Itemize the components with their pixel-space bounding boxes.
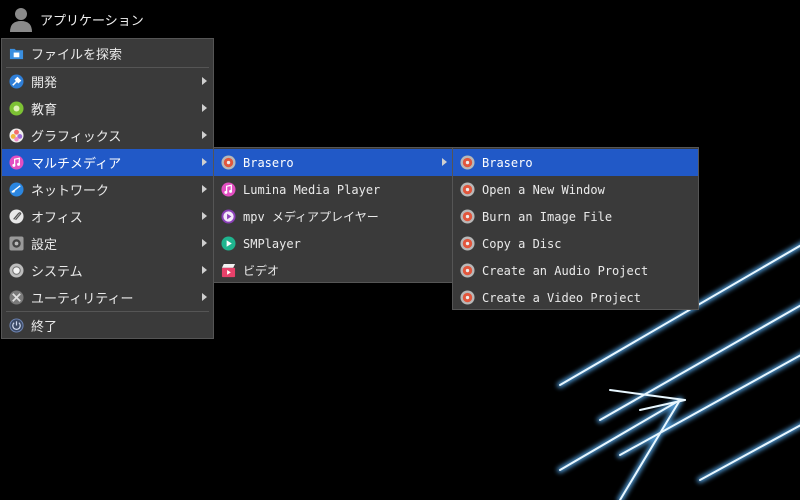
menu-item-multimedia[interactable]: マルチメディア <box>2 149 213 176</box>
logout-icon <box>9 318 24 333</box>
file-manager-icon <box>9 48 24 60</box>
brasero-item-burn-image[interactable]: Burn an Image File <box>453 203 698 230</box>
brasero-icon <box>460 263 475 278</box>
video-icon <box>221 263 236 278</box>
smplayer-icon <box>221 236 236 251</box>
menu-item-settings[interactable]: 設定 <box>2 230 213 257</box>
multimedia-submenu: Brasero Lumina Media Player mpv メディアプレイヤ… <box>213 147 454 283</box>
brasero-icon <box>460 155 475 170</box>
submenu-item-mpv[interactable]: mpv メディアプレイヤー <box>214 203 453 230</box>
brasero-item-copy-disc[interactable]: Copy a Disc <box>453 230 698 257</box>
applications-button[interactable]: アプリケーション <box>0 0 220 38</box>
brasero-item-new-window[interactable]: Open a New Window <box>453 176 698 203</box>
brasero-icon <box>460 182 475 197</box>
settings-icon <box>9 236 24 251</box>
network-icon <box>9 182 24 197</box>
graphics-icon <box>9 128 24 143</box>
submenu-item-smplayer[interactable]: SMPlayer <box>214 230 453 257</box>
brasero-icon <box>460 290 475 305</box>
brasero-submenu: Brasero Open a New Window Burn an Image … <box>452 147 699 310</box>
utilities-icon <box>9 290 24 305</box>
office-icon <box>9 209 24 224</box>
menu-item-graphics[interactable]: グラフィックス <box>2 122 213 149</box>
user-icon <box>10 8 32 32</box>
menu-item-network[interactable]: ネットワーク <box>2 176 213 203</box>
development-icon <box>9 74 24 89</box>
menu-item-development[interactable]: 開発 <box>2 68 213 95</box>
brasero-icon <box>460 209 475 224</box>
applications-title: アプリケーション <box>40 13 144 29</box>
brasero-icon <box>460 236 475 251</box>
menu-item-office[interactable]: オフィス <box>2 203 213 230</box>
brasero-icon <box>221 155 236 170</box>
submenu-item-video[interactable]: ビデオ <box>214 257 453 284</box>
submenu-item-brasero[interactable]: Brasero <box>214 149 453 176</box>
brasero-item-launch[interactable]: Brasero <box>453 149 698 176</box>
menu-item-education[interactable]: 教育 <box>2 95 213 122</box>
menu-item-system[interactable]: システム <box>2 257 213 284</box>
education-icon <box>9 101 24 116</box>
system-icon <box>9 263 24 278</box>
applications-menu: ファイルを探索 開発 教育 グラフィックス マルチメディア ネットワーク オフィ… <box>1 38 214 339</box>
multimedia-icon <box>9 155 24 170</box>
brasero-item-audio-project[interactable]: Create an Audio Project <box>453 257 698 284</box>
menu-item-file-explorer[interactable]: ファイルを探索 <box>2 40 213 67</box>
media-player-icon <box>221 182 236 197</box>
submenu-item-lumina-media-player[interactable]: Lumina Media Player <box>214 176 453 203</box>
brasero-item-video-project[interactable]: Create a Video Project <box>453 284 698 311</box>
menu-item-utilities[interactable]: ユーティリティー <box>2 284 213 311</box>
menu-item-logout[interactable]: 終了 <box>2 312 213 339</box>
mpv-icon <box>221 209 236 224</box>
